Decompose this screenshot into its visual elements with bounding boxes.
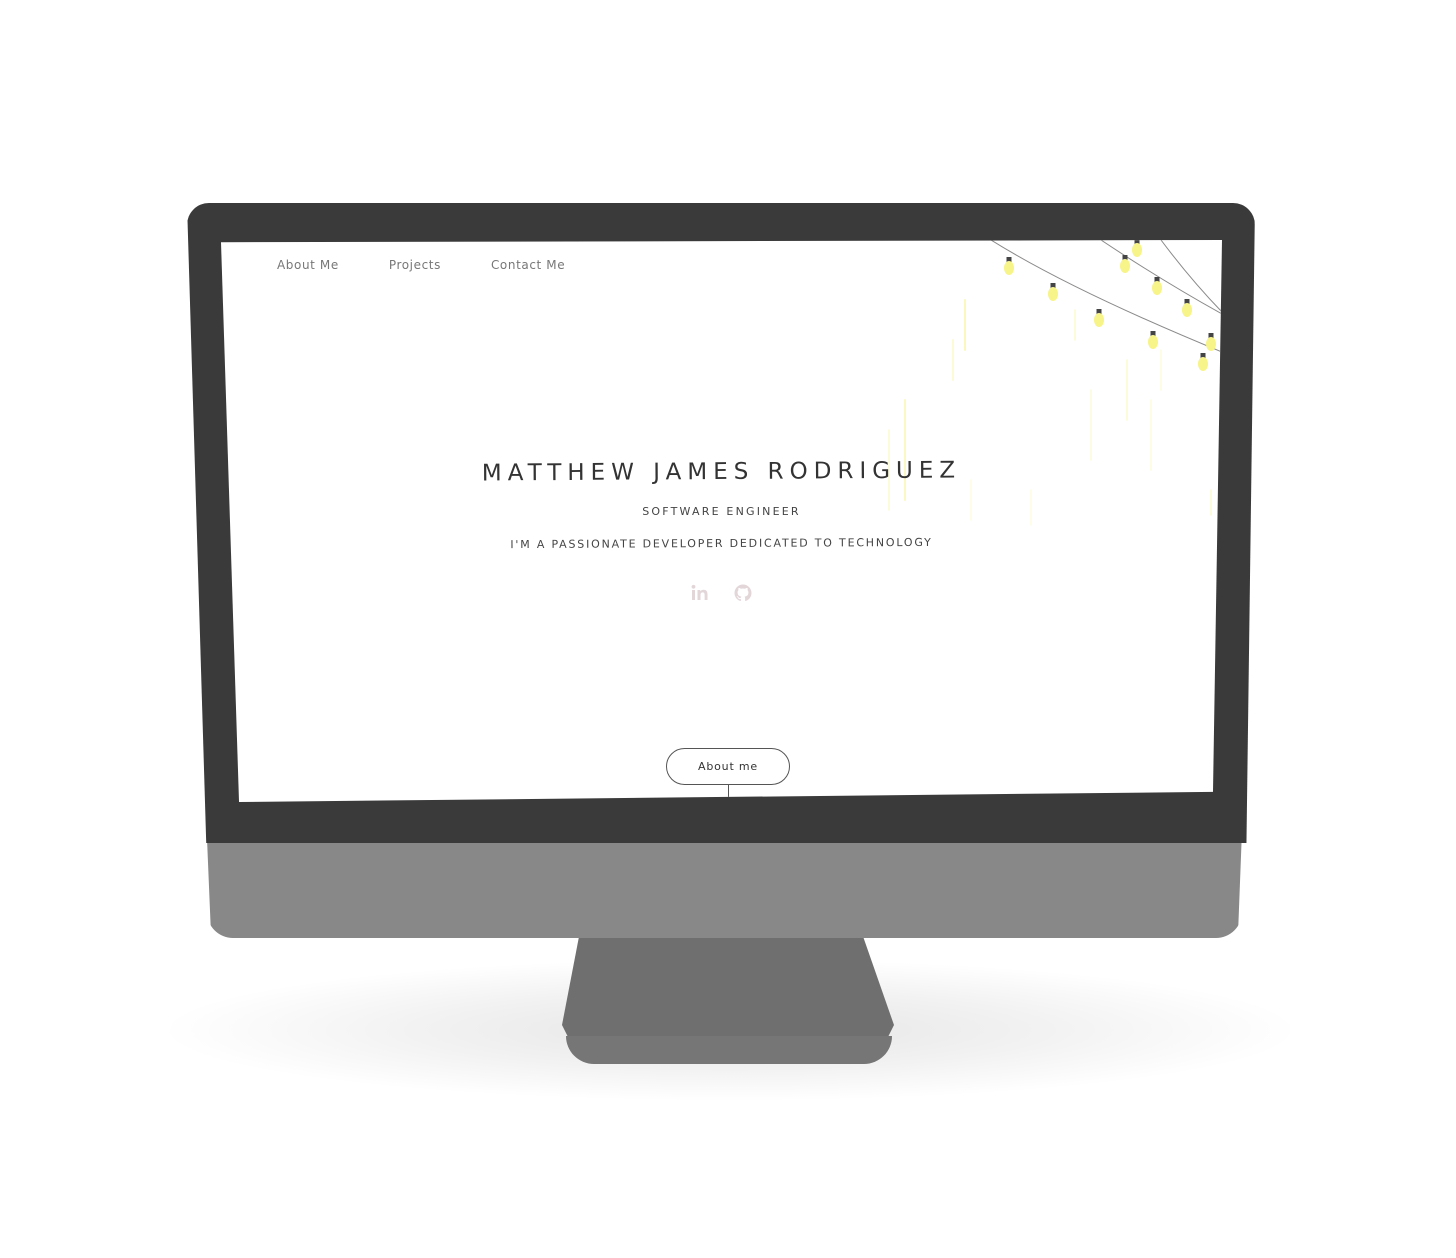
linkedin-icon[interactable]: [690, 583, 710, 603]
monitor-chin: [207, 830, 1242, 938]
light-strings: [990, 240, 1222, 353]
social-links: [221, 582, 1222, 603]
monitor-stand-base: [566, 1036, 892, 1064]
monitor-screen: About Me Projects Contact Me MATTHEW JAM…: [221, 240, 1222, 802]
mockup-stage: About Me Projects Contact Me MATTHEW JAM…: [0, 0, 1456, 1258]
monitor: About Me Projects Contact Me MATTHEW JAM…: [0, 0, 1456, 1258]
about-me-button[interactable]: About me: [666, 748, 790, 785]
nav-projects[interactable]: Projects: [389, 258, 441, 272]
light-bulbs: [1004, 240, 1216, 371]
github-icon[interactable]: [733, 583, 753, 603]
hero-tagline: I'M A PASSIONATE DEVELOPER DEDICATED TO …: [510, 535, 933, 552]
nav-about-me[interactable]: About Me: [277, 258, 339, 272]
light-streaks: [888, 299, 1212, 526]
scroll-indicator-line: [728, 784, 729, 798]
hero-role: SOFTWARE ENGINEER: [642, 505, 801, 518]
nav-contact-me[interactable]: Contact Me: [491, 258, 565, 272]
string-lights-decoration: [888, 240, 1222, 526]
top-nav: About Me Projects Contact Me: [277, 258, 615, 272]
